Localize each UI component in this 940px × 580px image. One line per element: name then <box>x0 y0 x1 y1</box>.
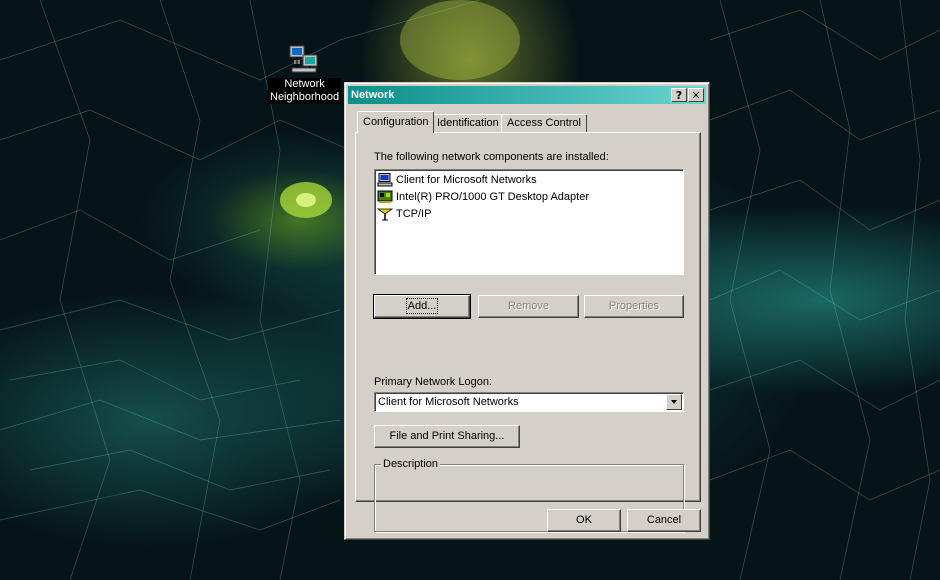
tab-identification[interactable]: Identification <box>431 114 505 132</box>
network-dialog: Network ? ✕ Configuration Identification… <box>344 82 710 540</box>
description-label: Description <box>381 458 441 471</box>
component-label: Intel(R) PRO/1000 GT Desktop Adapter <box>396 191 589 203</box>
file-print-sharing-button[interactable]: File and Print Sharing... <box>374 425 520 448</box>
configuration-panel: The following network components are ins… <box>355 132 701 532</box>
file-print-sharing-label: File and Print Sharing... <box>389 430 505 442</box>
cancel-button[interactable]: Cancel <box>627 509 701 532</box>
desktop-icon-label: Network Neighborhood <box>268 78 342 104</box>
desktop-icon-label-line1: Network <box>284 78 325 90</box>
help-button[interactable]: ? <box>671 88 687 102</box>
list-item[interactable]: TCP/IP <box>376 206 432 222</box>
installed-components-label: The following network components are ins… <box>374 151 609 163</box>
list-item[interactable]: Intel(R) PRO/1000 GT Desktop Adapter <box>377 189 589 205</box>
desktop-icon-label-line2: Neighborhood <box>270 91 340 103</box>
desktop-icon-network-neighborhood[interactable]: Network Neighborhood <box>268 44 342 104</box>
tab-configuration[interactable]: Configuration <box>357 111 435 133</box>
properties-button[interactable]: Properties <box>584 295 684 318</box>
tab-access-control-label: Access Control <box>507 117 581 129</box>
help-icon: ? <box>675 89 683 102</box>
protocol-icon <box>376 207 394 221</box>
add-button[interactable]: Add... <box>373 294 471 319</box>
tab-identification-label: Identification <box>437 117 499 129</box>
component-label: TCP/IP <box>396 208 432 220</box>
window-title: Network <box>351 89 395 101</box>
tab-configuration-label: Configuration <box>363 116 429 128</box>
properties-button-label: Properties <box>608 300 660 312</box>
remove-button[interactable]: Remove <box>478 295 579 318</box>
primary-logon-label: Primary Network Logon: <box>374 376 492 388</box>
title-bar[interactable]: Network ? ✕ <box>348 86 706 104</box>
primary-logon-value: Client for Microsoft Networks <box>378 396 519 408</box>
ok-button-label: OK <box>576 514 592 526</box>
add-button-label: Add... <box>405 298 439 314</box>
list-item[interactable]: Client for Microsoft Networks <box>377 172 537 188</box>
chevron-down-icon[interactable] <box>666 394 682 410</box>
remove-button-label: Remove <box>508 300 549 312</box>
network-adapter-icon <box>377 190 393 204</box>
ok-button[interactable]: OK <box>547 509 621 532</box>
components-listbox[interactable]: Client for Microsoft Networks Intel(R) P… <box>374 169 684 275</box>
primary-logon-select[interactable]: Client for Microsoft Networks <box>374 392 684 412</box>
cancel-button-label: Cancel <box>646 514 682 526</box>
component-label: Client for Microsoft Networks <box>396 174 537 186</box>
close-icon: ✕ <box>691 89 701 102</box>
close-button[interactable]: ✕ <box>688 88 704 102</box>
tab-access-control[interactable]: Access Control <box>501 114 587 132</box>
network-neighborhood-icon <box>288 44 320 76</box>
client-computer-icon <box>377 173 393 187</box>
